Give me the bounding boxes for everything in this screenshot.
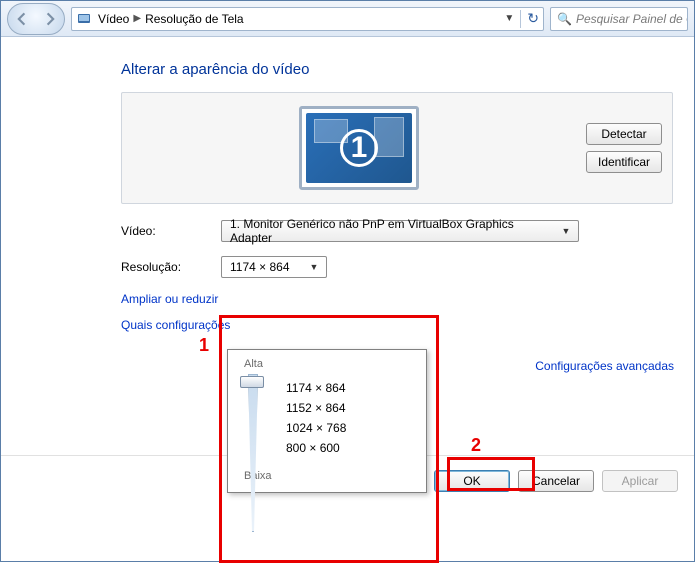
search-input[interactable]: 🔍 Pesquisar Painel de Controle bbox=[550, 7, 688, 31]
resolution-option[interactable]: 800 × 600 bbox=[286, 438, 416, 458]
video-label: Vídeo: bbox=[121, 224, 221, 238]
nav-buttons bbox=[7, 3, 65, 35]
resolution-slider[interactable] bbox=[238, 374, 268, 462]
video-select-value: 1. Monitor Genérico não PnP em VirtualBo… bbox=[230, 217, 558, 245]
page-title: Alterar a aparência do vídeo bbox=[1, 61, 694, 92]
forward-button[interactable] bbox=[36, 6, 62, 32]
display-preview-panel: 1 Detectar Identificar bbox=[121, 92, 673, 204]
breadcrumb-item[interactable]: Resolução de Tela bbox=[145, 12, 244, 26]
content-area: Alterar a aparência do vídeo 1 Detectar … bbox=[1, 37, 694, 332]
annotation-number-1: 1 bbox=[199, 335, 209, 356]
resolution-select[interactable]: 1174 × 864 ▼ bbox=[221, 256, 327, 278]
settings-form: Vídeo: 1. Monitor Genérico não PnP em Vi… bbox=[121, 220, 681, 278]
chevron-down-icon: ▼ bbox=[306, 257, 322, 277]
detect-button[interactable]: Detectar bbox=[586, 123, 662, 145]
divider bbox=[520, 10, 521, 28]
resolution-dropdown-popup: Alta 1174 × 864 1152 × 864 1024 × 768 80… bbox=[227, 349, 427, 493]
cancel-button[interactable]: Cancelar bbox=[518, 470, 594, 492]
resolution-label: Resolução: bbox=[121, 260, 221, 274]
arrow-right-icon bbox=[42, 12, 56, 26]
video-select[interactable]: 1. Monitor Genérico não PnP em VirtualBo… bbox=[221, 220, 579, 242]
control-panel-icon bbox=[76, 11, 92, 27]
advanced-settings-link[interactable]: Configurações avançadas bbox=[535, 359, 674, 373]
identify-button[interactable]: Identificar bbox=[586, 151, 662, 173]
ok-button[interactable]: OK bbox=[434, 470, 510, 492]
breadcrumb: Vídeo ▶ Resolução de Tela bbox=[98, 12, 244, 26]
slider-thumb[interactable] bbox=[240, 376, 264, 388]
resolution-option[interactable]: 1174 × 864 bbox=[286, 378, 416, 398]
window-toolbar: Vídeo ▶ Resolução de Tela ▼ ↻ 🔍 Pesquisa… bbox=[1, 1, 694, 37]
chevron-down-icon: ▼ bbox=[558, 221, 574, 241]
chevron-right-icon: ▶ bbox=[133, 13, 141, 24]
monitor-preview[interactable]: 1 bbox=[132, 106, 586, 190]
breadcrumb-item[interactable]: Vídeo bbox=[98, 12, 129, 26]
slider-high-label: Alta bbox=[244, 358, 416, 370]
zoom-link[interactable]: Ampliar ou reduzir bbox=[121, 292, 694, 306]
resolution-option[interactable]: 1024 × 768 bbox=[286, 418, 416, 438]
resolution-options: 1174 × 864 1152 × 864 1024 × 768 800 × 6… bbox=[268, 374, 416, 462]
refresh-icon[interactable]: ↻ bbox=[527, 10, 539, 27]
address-bar[interactable]: Vídeo ▶ Resolução de Tela ▼ ↻ bbox=[71, 7, 544, 31]
resolution-select-value: 1174 × 864 bbox=[230, 260, 290, 274]
search-icon: 🔍 bbox=[557, 12, 572, 26]
annotation-number-2: 2 bbox=[471, 435, 481, 456]
search-placeholder: Pesquisar Painel de Controle bbox=[576, 12, 688, 26]
resolution-option[interactable]: 1152 × 864 bbox=[286, 398, 416, 418]
which-settings-link[interactable]: Quais configurações bbox=[121, 318, 694, 332]
arrow-left-icon bbox=[16, 12, 30, 26]
back-button[interactable] bbox=[10, 6, 36, 32]
chevron-down-icon[interactable]: ▼ bbox=[504, 13, 514, 24]
apply-button: Aplicar bbox=[602, 470, 678, 492]
slider-low-label: Baixa bbox=[244, 470, 416, 482]
